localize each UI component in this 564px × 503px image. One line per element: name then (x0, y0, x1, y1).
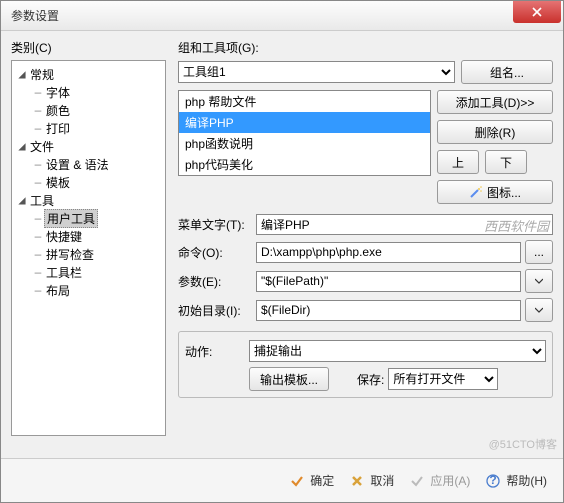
tree-item-label: 模板 (44, 174, 72, 191)
tree-item[interactable]: –布局 (14, 281, 163, 299)
expand-icon: ◢ (16, 139, 28, 153)
tree-item-label: 布局 (44, 282, 72, 299)
tree-item-label: 工具栏 (44, 264, 84, 281)
tree-item[interactable]: –设置 & 语法 (14, 155, 163, 173)
corner-watermark: @51CTO博客 (489, 436, 557, 452)
initdir-input[interactable] (256, 300, 521, 321)
save-label: 保存: (357, 371, 384, 388)
args-label: 参数(E): (178, 273, 252, 290)
dialog-window: 参数设置 类别(C) ◢常规–字体–颜色–打印◢文件–设置 & 语法–模板◢工具… (0, 0, 564, 503)
ok-button[interactable]: 确定 (290, 472, 334, 489)
tree-item[interactable]: –字体 (14, 83, 163, 101)
help-icon: ? (486, 474, 500, 488)
tree-item-label: 快捷键 (44, 228, 84, 245)
tree-item[interactable]: –拼写检查 (14, 245, 163, 263)
save-combo[interactable]: 所有打开文件 (388, 368, 498, 390)
command-input[interactable] (256, 242, 521, 263)
tree-item-label: 文件 (28, 138, 56, 155)
icon-button[interactable]: 图标... (437, 180, 553, 204)
initdir-menu-button[interactable] (525, 298, 553, 322)
output-template-button[interactable]: 输出模板... (249, 367, 329, 391)
tree-item-label: 常规 (28, 66, 56, 83)
group-name-button[interactable]: 组名... (461, 60, 553, 84)
category-tree[interactable]: ◢常规–字体–颜色–打印◢文件–设置 & 语法–模板◢工具–用户工具–快捷键–拼… (11, 60, 166, 436)
tree-item-label: 设置 & 语法 (44, 156, 111, 173)
icon-button-label: 图标... (487, 184, 521, 201)
add-tool-button[interactable]: 添加工具(D)>> (437, 90, 553, 114)
tree-item[interactable]: –颜色 (14, 101, 163, 119)
left-panel: 类别(C) ◢常规–字体–颜色–打印◢文件–设置 & 语法–模板◢工具–用户工具… (11, 39, 166, 451)
list-item[interactable]: php函数说明 (179, 133, 430, 154)
action-label: 动作: (185, 343, 245, 360)
cancel-button[interactable]: 取消 (350, 472, 394, 489)
check-icon (290, 474, 304, 488)
menu-text-value: 编译PHP (256, 214, 553, 235)
close-button[interactable] (513, 1, 561, 23)
tree-item[interactable]: ◢工具 (14, 191, 163, 209)
action-row2: 输出模板... 保存: 所有打开文件 (185, 367, 546, 391)
action-combo[interactable]: 捕捉输出 (249, 340, 546, 362)
tree-item[interactable]: –工具栏 (14, 263, 163, 281)
menu-text-row: 菜单文字(T): 编译PHP 西西软件园 (178, 214, 553, 235)
action-row: 动作: 捕捉输出 (185, 340, 546, 362)
apply-button: 应用(A) (410, 472, 470, 489)
move-down-button[interactable]: 下 (485, 150, 527, 174)
tree-item-label: 用户工具 (44, 209, 98, 228)
list-item[interactable]: 编译PHP (179, 112, 430, 133)
tree-item[interactable]: –打印 (14, 119, 163, 137)
tree-item-label: 打印 (44, 120, 72, 137)
dialog-body: 类别(C) ◢常规–字体–颜色–打印◢文件–设置 & 语法–模板◢工具–用户工具… (1, 31, 563, 451)
group-combo[interactable]: 工具组1 (178, 61, 455, 83)
initdir-row: 初始目录(I): (178, 298, 553, 322)
group-row: 工具组1 组名... (178, 60, 553, 84)
args-row: 参数(E): (178, 269, 553, 293)
tool-listbox[interactable]: php 帮助文件编译PHPphp函数说明php代码美化 (178, 90, 431, 176)
tool-list-row: php 帮助文件编译PHPphp函数说明php代码美化 添加工具(D)>> 删除… (178, 90, 553, 204)
chevron-down-icon (535, 306, 543, 314)
command-label: 命令(O): (178, 244, 252, 261)
tree-item-label: 颜色 (44, 102, 72, 119)
x-icon (350, 474, 364, 488)
tree-item[interactable]: ◢文件 (14, 137, 163, 155)
tree-item-label: 拼写检查 (44, 246, 96, 263)
tree-item[interactable]: –用户工具 (14, 209, 163, 227)
tree-item[interactable]: ◢常规 (14, 65, 163, 83)
titlebar: 参数设置 (1, 1, 563, 31)
right-panel: 组和工具项(G): 工具组1 组名... php 帮助文件编译PHPphp函数说… (166, 39, 553, 451)
category-label: 类别(C) (11, 39, 166, 56)
group-tools-label: 组和工具项(G): (178, 39, 553, 56)
list-item[interactable]: php 帮助文件 (179, 91, 430, 112)
args-input[interactable] (256, 271, 521, 292)
expand-icon: ◢ (16, 67, 28, 81)
move-up-button[interactable]: 上 (437, 150, 479, 174)
command-browse-button[interactable]: ... (525, 240, 553, 264)
menu-text-label: 菜单文字(T): (178, 216, 252, 233)
initdir-label: 初始目录(I): (178, 302, 252, 319)
action-group: 动作: 捕捉输出 输出模板... 保存: 所有打开文件 (178, 331, 553, 398)
wand-icon (469, 185, 483, 199)
list-item[interactable]: php代码美化 (179, 154, 430, 175)
delete-button[interactable]: 删除(R) (437, 120, 553, 144)
chevron-down-icon (535, 277, 543, 285)
svg-text:?: ? (490, 474, 497, 487)
tree-item[interactable]: –快捷键 (14, 227, 163, 245)
apply-icon (410, 474, 424, 488)
tool-buttons-col: 添加工具(D)>> 删除(R) 上 下 图标... (437, 90, 553, 204)
help-button[interactable]: ? 帮助(H) (486, 472, 547, 489)
tree-item[interactable]: –模板 (14, 173, 163, 191)
args-menu-button[interactable] (525, 269, 553, 293)
tree-item-label: 字体 (44, 84, 72, 101)
expand-icon: ◢ (16, 193, 28, 207)
tree-item-label: 工具 (28, 192, 56, 209)
window-title: 参数设置 (11, 7, 513, 24)
command-row: 命令(O): ... (178, 240, 553, 264)
bottom-bar: 确定 取消 应用(A) ? 帮助(H) (1, 458, 563, 502)
